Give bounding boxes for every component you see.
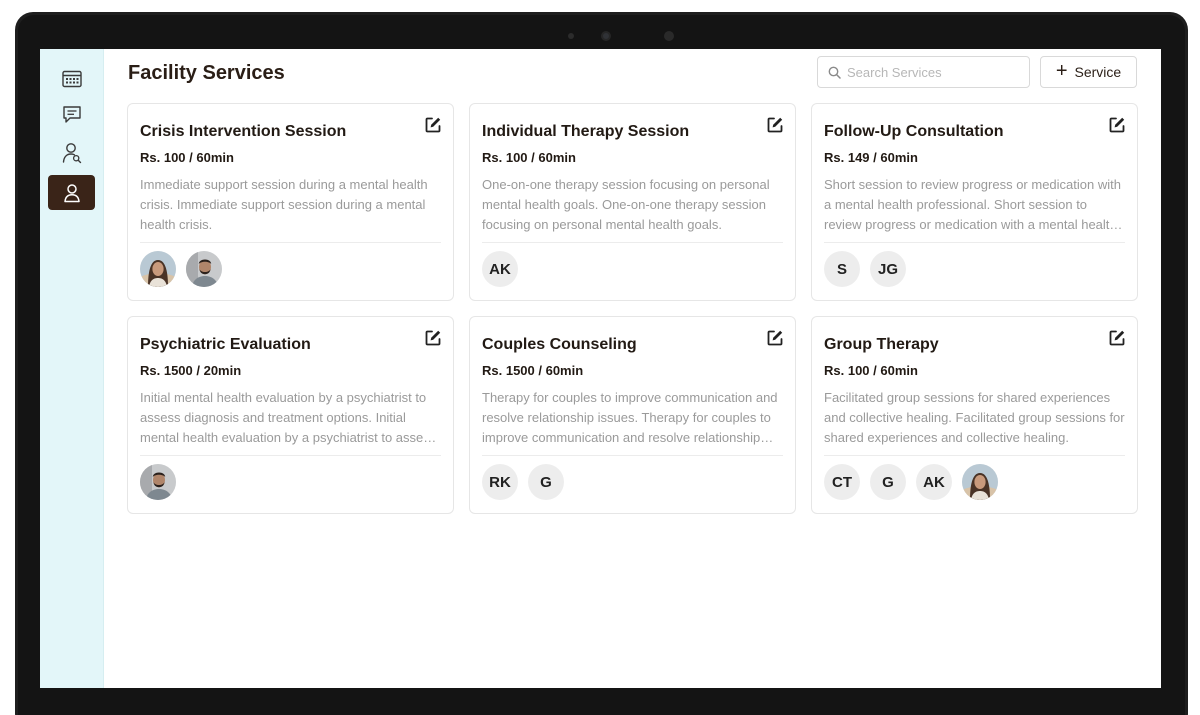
staff-avatar[interactable]: AK — [916, 464, 952, 500]
webcam-lens — [601, 31, 611, 41]
assigned-staff-list — [140, 464, 441, 500]
main-content: Facility Services + Service Crisis Inter… — [104, 49, 1161, 688]
edit-service-button[interactable] — [766, 329, 784, 347]
staff-avatar[interactable]: JG — [870, 251, 906, 287]
edit-icon — [1109, 117, 1125, 133]
service-description: Initial mental health evaluation by a ps… — [140, 390, 437, 445]
user-search-icon — [62, 142, 81, 163]
card-divider — [482, 242, 783, 243]
edit-service-button[interactable] — [1108, 329, 1126, 347]
sidebar-item-calendar[interactable] — [48, 61, 95, 96]
edit-service-button[interactable] — [424, 329, 442, 347]
edit-service-button[interactable] — [424, 116, 442, 134]
sidebar-item-messages[interactable] — [48, 97, 95, 132]
service-card[interactable]: Psychiatric Evaluation Rs. 1500 / 20min In… — [127, 316, 454, 514]
service-description: Facilitated group sessions for shared ex… — [824, 390, 1125, 445]
card-divider — [824, 242, 1125, 243]
edit-icon — [425, 117, 441, 133]
assigned-staff-list: S JG — [824, 251, 1125, 287]
card-divider — [140, 455, 441, 456]
service-description: Immediate support session during a menta… — [140, 177, 428, 232]
service-title: Psychiatric Evaluation — [140, 336, 311, 353]
search-icon — [828, 66, 841, 79]
add-service-button[interactable]: + Service — [1040, 56, 1137, 88]
service-card[interactable]: Crisis Intervention Session Rs. 100 / 60m… — [127, 103, 454, 301]
woman-portrait-icon — [962, 464, 998, 500]
service-description: Therapy for couples to improve communica… — [482, 390, 778, 445]
service-card[interactable]: Couples Counseling Rs. 1500 / 60min Therap… — [469, 316, 796, 514]
staff-avatar[interactable]: G — [528, 464, 564, 500]
service-card[interactable]: Group Therapy Rs. 100 / 60min Facilitated … — [811, 316, 1138, 514]
man-portrait-icon — [140, 464, 176, 500]
user-icon — [63, 183, 80, 202]
staff-avatar[interactable] — [186, 251, 222, 287]
staff-avatar[interactable]: AK — [482, 251, 518, 287]
search-input[interactable] — [847, 64, 1017, 80]
service-card[interactable]: Follow-Up Consultation Rs. 149 / 60min Sho… — [811, 103, 1138, 301]
add-service-label: Service — [1074, 64, 1122, 80]
sidebar-item-profile[interactable] — [48, 175, 95, 210]
services-grid: Crisis Intervention Session Rs. 100 / 60m… — [127, 103, 1138, 514]
staff-avatar[interactable]: CT — [824, 464, 860, 500]
service-title: Group Therapy — [824, 336, 939, 353]
service-title: Follow-Up Consultation — [824, 123, 1004, 140]
sensor-dot — [664, 31, 674, 41]
card-divider — [140, 242, 441, 243]
service-description: One-on-one therapy session focusing on p… — [482, 177, 770, 232]
staff-avatar[interactable] — [140, 251, 176, 287]
assigned-staff-list — [140, 251, 441, 287]
staff-avatar[interactable] — [962, 464, 998, 500]
card-divider — [824, 455, 1125, 456]
service-price: Rs. 1500 / 60min — [482, 363, 584, 378]
service-price: Rs. 1500 / 20min — [140, 363, 242, 378]
service-price: Rs. 149 / 60min — [824, 150, 918, 165]
service-price: Rs. 100 / 60min — [482, 150, 576, 165]
calendar-icon — [61, 70, 82, 87]
sidebar-item-user-search[interactable] — [48, 135, 95, 170]
card-divider — [482, 455, 783, 456]
service-price: Rs. 100 / 60min — [824, 363, 918, 378]
service-title: Individual Therapy Session — [482, 123, 690, 140]
edit-icon — [767, 330, 783, 346]
edit-service-button[interactable] — [1108, 116, 1126, 134]
edit-icon — [1109, 330, 1125, 346]
assigned-staff-list: AK — [482, 251, 783, 287]
man-portrait-icon — [186, 251, 222, 287]
chat-icon — [62, 106, 81, 123]
service-price: Rs. 100 / 60min — [140, 150, 234, 165]
sensor-dot — [568, 33, 574, 39]
edit-service-button[interactable] — [766, 116, 784, 134]
staff-avatar[interactable]: G — [870, 464, 906, 500]
service-title: Couples Counseling — [482, 336, 637, 353]
edit-icon — [425, 330, 441, 346]
page-title: Facility Services — [128, 62, 285, 84]
edit-icon — [767, 117, 783, 133]
assigned-staff-list: RK G — [482, 464, 783, 500]
woman-portrait-icon — [140, 251, 176, 287]
sidebar — [40, 49, 104, 688]
service-title: Crisis Intervention Session — [140, 123, 347, 140]
staff-avatar[interactable] — [140, 464, 176, 500]
service-description: Short session to review progress or medi… — [824, 177, 1121, 232]
assigned-staff-list: CT G AK — [824, 464, 1125, 500]
staff-avatar[interactable]: RK — [482, 464, 518, 500]
search-box[interactable] — [817, 56, 1030, 88]
staff-avatar[interactable]: S — [824, 251, 860, 287]
app-screen: Facility Services + Service Crisis Inter… — [40, 49, 1161, 688]
plus-icon: + — [1055, 60, 1068, 82]
service-card[interactable]: Individual Therapy Session Rs. 100 / 60mi… — [469, 103, 796, 301]
